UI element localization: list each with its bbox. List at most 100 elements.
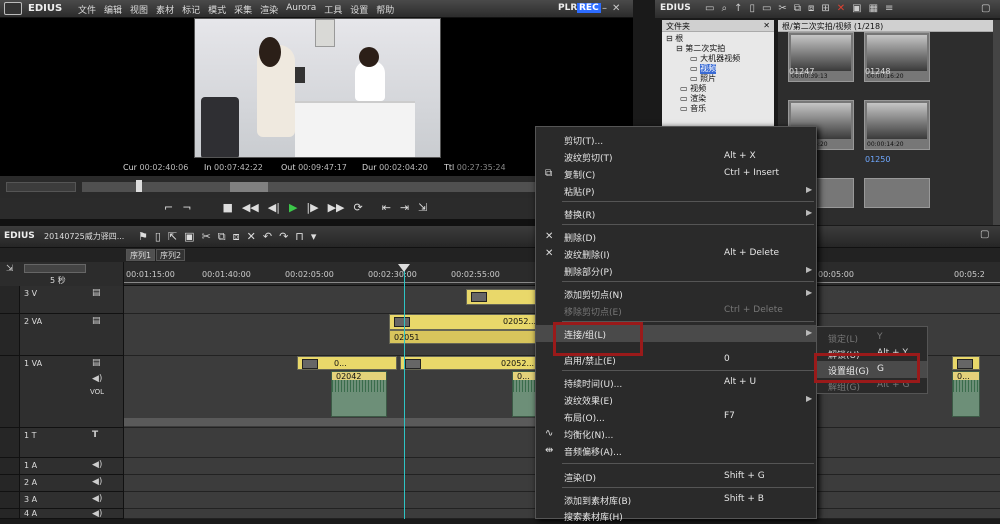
set-in-icon[interactable]: ⌐ [164, 201, 173, 214]
tree-root[interactable]: ⊟ 根 [666, 34, 770, 44]
set-out-icon[interactable]: ¬ [182, 201, 191, 214]
timeline-clip-2va-audio[interactable]: 02051 [389, 330, 536, 344]
tree-photos[interactable]: ▭ 照片 [666, 74, 770, 84]
track-header-1va[interactable]: 1 VA ▤ ◀) VOL [0, 356, 124, 428]
mode-icon[interactable]: ⚑ [138, 230, 148, 244]
rewind-icon[interactable]: ◀◀ [242, 201, 259, 214]
properties-icon[interactable]: ▣ [852, 3, 861, 14]
search-icon[interactable]: ⌕ [721, 3, 727, 14]
minimize-icon[interactable]: – [602, 3, 607, 14]
menu-item-ripple-delete[interactable]: ✕ 波纹删除(I) Alt + Delete [536, 245, 816, 262]
up-folder-icon[interactable]: ↑ [734, 3, 742, 14]
snap-icon[interactable]: ⊓ [295, 230, 304, 244]
open-icon[interactable]: ▭ [762, 3, 771, 14]
menu-edit[interactable]: 编辑 [104, 3, 122, 16]
new-icon[interactable]: ▯ [155, 230, 161, 244]
track-scroll-strip[interactable] [124, 418, 544, 426]
menu-capture[interactable]: 采集 [234, 3, 252, 16]
clip-thumb-next-2[interactable] [864, 178, 930, 208]
copy-icon[interactable]: ⧉ [794, 3, 801, 14]
cut-icon[interactable]: ✂ [778, 3, 786, 14]
menu-view[interactable]: 视图 [130, 3, 148, 16]
step-forward-icon[interactable]: |▶ [306, 201, 318, 214]
menu-item-render[interactable]: 渲染(D) Shift + G [536, 468, 816, 485]
track-header-1a[interactable]: 1 A ◀) [0, 458, 124, 475]
menu-item-replace[interactable]: 替换(R) ▶ [536, 205, 816, 222]
menu-marker[interactable]: 标记 [182, 3, 200, 16]
tree-video-selected[interactable]: ▭ 视频 [666, 64, 770, 74]
thumbnail-view-icon[interactable]: ▦ [869, 3, 878, 14]
timeline-audio-clip-a[interactable]: 02042 [331, 371, 387, 417]
ripple-delete-icon[interactable]: ✕ [247, 230, 256, 244]
timeline-clip-1va-b[interactable]: 02052... [400, 356, 536, 370]
timeline-playhead[interactable] [398, 264, 410, 519]
menu-settings[interactable]: 设置 [350, 3, 368, 16]
tree-machine-video[interactable]: ▭ 大机器视频 [666, 54, 770, 64]
menu-item-paste[interactable]: 粘贴(P) ▶ [536, 182, 816, 199]
menu-item-ripple-cut[interactable]: 波纹剪切(T) Alt + X [536, 148, 816, 165]
fast-forward-icon[interactable]: ▶▶ [328, 201, 345, 214]
clip-thumb-01250[interactable]: 00:00:14:20 [864, 100, 930, 150]
menu-render[interactable]: 渲染 [260, 3, 278, 16]
menu-tools[interactable]: 工具 [324, 3, 342, 16]
list-view-icon[interactable]: ≡ [885, 3, 893, 14]
timeline-clip-3v[interactable] [466, 289, 536, 305]
shuttle-slider[interactable] [6, 182, 76, 192]
position-slider-handle[interactable] [136, 180, 142, 192]
menu-clip[interactable]: 素材 [156, 3, 174, 16]
tree-render[interactable]: ▭ 渲染 [666, 94, 770, 104]
menu-item-add-to-bin[interactable]: 添加到素材库(B) Shift + B [536, 491, 816, 508]
bin-restore-icon[interactable]: ▢ [981, 3, 990, 14]
menu-mode[interactable]: 模式 [208, 3, 226, 16]
bin-scrollbar[interactable] [993, 20, 1000, 225]
track-header-1t[interactable]: 1 TT [0, 428, 124, 458]
timeline-clip-1va-right[interactable] [952, 356, 980, 370]
tree-video[interactable]: ▭ 视频 [666, 84, 770, 94]
menu-aurora[interactable]: Aurora [286, 3, 316, 16]
zoom-slider[interactable] [24, 264, 86, 273]
track-header-3v[interactable]: 3 V ▤ [0, 286, 124, 314]
insert-timeline-icon[interactable]: ⇤ [382, 201, 391, 214]
menu-item-layout[interactable]: 布局(O)... F7 [536, 408, 816, 425]
menu-item-cut[interactable]: 剪切(T)... [536, 131, 816, 148]
export-icon[interactable]: ⇲ [418, 201, 427, 214]
track-header-2a[interactable]: 2 A ◀) [0, 475, 124, 492]
tl-copy-icon[interactable]: ⧉ [218, 230, 226, 244]
paste-icon[interactable]: ⧈ [808, 3, 814, 14]
plr-toggle[interactable]: PLR [558, 3, 577, 13]
open-project-icon[interactable]: ⇱ [168, 230, 177, 244]
menu-help[interactable]: 帮助 [376, 3, 394, 16]
add-clip-icon[interactable]: ▯ [749, 3, 755, 14]
add-to-timeline-icon[interactable]: ⊞ [821, 3, 829, 14]
loop-icon[interactable]: ⟳ [354, 201, 363, 214]
redo-icon[interactable]: ↷ [279, 230, 288, 244]
timeline-audio-clip-b[interactable]: 0... [512, 371, 536, 417]
track-header-2va[interactable]: 2 VA ▤ [0, 314, 124, 356]
tl-paste-icon[interactable]: ⧈ [233, 230, 240, 244]
menu-file[interactable]: 文件 [78, 3, 96, 16]
marker-icon[interactable]: ▾ [311, 230, 317, 244]
timeline-audio-clip-right[interactable]: 0... [952, 371, 980, 417]
menu-item-delete[interactable]: ✕ 删除(D) [536, 228, 816, 245]
undo-icon[interactable]: ↶ [263, 230, 272, 244]
folder-icon[interactable]: ▭ [705, 3, 714, 14]
timeline-restore-icon[interactable]: ▢ [980, 229, 989, 240]
delete-icon[interactable]: ✕ [837, 3, 845, 14]
menu-item-normalize[interactable]: ∿ 均衡化(N)... [536, 425, 816, 442]
play-icon[interactable]: ▶ [289, 201, 297, 214]
zoom-level[interactable]: 5 秒 [50, 275, 66, 286]
tl-cut-icon[interactable]: ✂ [202, 230, 211, 244]
menu-item-duration[interactable]: 持续时间(U)... Alt + U [536, 374, 816, 391]
menu-item-delete-part[interactable]: 删除部分(P) ▶ [536, 262, 816, 279]
rec-toggle[interactable]: REC [577, 3, 601, 13]
track-header-4a[interactable]: 4 A ◀) [0, 509, 124, 519]
menu-item-search-bin[interactable]: 搜索素材库(H) [536, 507, 816, 524]
menu-item-ripple-effect[interactable]: 波纹效果(E) ▶ [536, 391, 816, 408]
timeline-clip-1va-a[interactable]: 0... [297, 356, 397, 370]
track-header-3a[interactable]: 3 A ◀) [0, 492, 124, 509]
tab-sequence-1[interactable]: 序列1 [126, 249, 156, 261]
timeline-clip-2va-video[interactable]: 02052... [389, 314, 536, 330]
tree-music[interactable]: ▭ 音乐 [666, 104, 770, 114]
overwrite-timeline-icon[interactable]: ⇥ [400, 201, 409, 214]
tab-sequence-2[interactable]: 序列2 [156, 249, 186, 261]
